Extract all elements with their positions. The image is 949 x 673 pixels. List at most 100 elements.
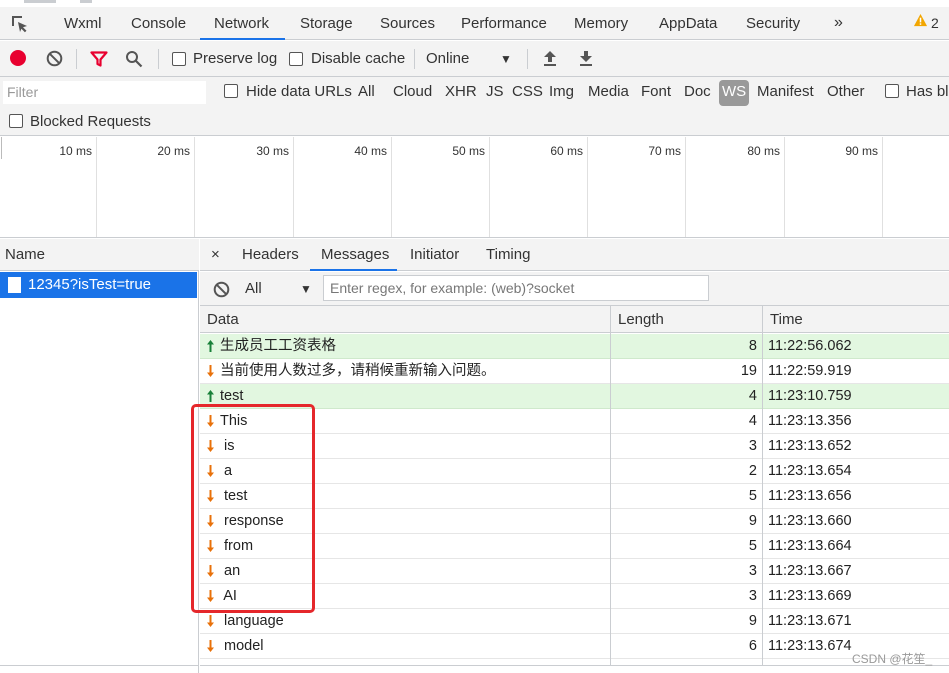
detail-tab-headers[interactable]: Headers — [242, 239, 299, 271]
disable-cache-checkbox[interactable] — [289, 52, 303, 66]
message-row[interactable]: model 6 11:23:13.674 — [200, 634, 949, 659]
chevron-down-icon[interactable]: ▼ — [500, 52, 512, 66]
inspect-element-icon[interactable] — [10, 14, 30, 34]
type-filter-media[interactable]: Media — [585, 80, 632, 106]
warning-icon[interactable] — [913, 13, 928, 28]
type-filter-font[interactable]: Font — [638, 80, 674, 106]
message-length: 6 — [748, 638, 757, 654]
sent-arrow-icon — [207, 340, 214, 352]
detail-tab-bar: × Headers Messages Initiator Timing — [200, 239, 949, 271]
tab-network[interactable]: Network — [214, 10, 269, 40]
timeline-overview[interactable]: 10 ms 20 ms 30 ms 40 ms 50 ms 60 ms 70 ms 80 ms… — [0, 137, 949, 238]
filter-input[interactable]: Filter — [3, 81, 206, 104]
clear-messages-icon[interactable] — [213, 281, 230, 298]
message-data: model — [220, 638, 264, 654]
message-time: 11:23:10.759 — [768, 388, 852, 404]
toolbar-divider — [158, 49, 159, 69]
overview-gridline — [194, 137, 195, 237]
message-length: 4 — [748, 413, 757, 429]
message-time: 11:23:13.669 — [768, 588, 852, 604]
message-length: 5 — [748, 538, 757, 554]
overview-tick-label: 20 ms — [157, 144, 190, 158]
message-length: 9 — [748, 513, 757, 529]
record-icon[interactable] — [10, 50, 26, 66]
hide-data-urls-checkbox[interactable] — [224, 84, 238, 98]
request-row[interactable]: 12345?isTest=true — [0, 272, 197, 298]
regex-filter-input[interactable]: Enter regex, for example: (web)?socket — [323, 275, 709, 301]
message-time: 11:23:13.652 — [768, 438, 852, 454]
message-length: 8 — [748, 338, 757, 354]
throttling-select[interactable]: Online — [426, 50, 469, 67]
request-name: 12345?isTest=true — [28, 276, 152, 293]
message-time: 11:23:13.356 — [768, 413, 852, 429]
message-length: 3 — [748, 588, 757, 604]
tab-sources[interactable]: Sources — [380, 10, 435, 40]
length-column-header[interactable]: Length — [611, 306, 763, 333]
has-blocked-cookies-label: Has blo — [906, 83, 949, 100]
message-time: 11:23:13.660 — [768, 513, 852, 529]
tab-performance[interactable]: Performance — [461, 10, 547, 40]
request-list: Name 12345?isTest=true — [0, 239, 199, 673]
message-time: 11:22:59.919 — [768, 363, 852, 379]
window-top-strip — [0, 0, 949, 7]
type-filter-other[interactable]: Other — [824, 80, 868, 106]
has-blocked-cookies-checkbox[interactable] — [885, 84, 899, 98]
overview-gridline — [391, 137, 392, 237]
tab-wxml[interactable]: Wxml — [64, 10, 102, 40]
tab-console[interactable]: Console — [131, 10, 186, 40]
type-filter-doc[interactable]: Doc — [681, 80, 714, 106]
time-column-header[interactable]: Time — [763, 306, 949, 333]
overview-origin-line — [1, 137, 2, 159]
data-column-header[interactable]: Data — [200, 306, 611, 333]
tab-security[interactable]: Security — [746, 10, 800, 40]
message-time: 11:23:13.654 — [768, 463, 852, 479]
message-row[interactable]: language 9 11:23:13.671 — [200, 609, 949, 634]
message-length: 5 — [748, 488, 757, 504]
type-filter-manifest[interactable]: Manifest — [754, 80, 817, 106]
message-row[interactable]: 生成员工工资表格 8 11:22:56.062 — [200, 334, 949, 359]
search-icon[interactable] — [125, 50, 143, 68]
detail-tab-timing[interactable]: Timing — [486, 239, 530, 271]
detail-tab-initiator[interactable]: Initiator — [410, 239, 459, 271]
type-filter-js[interactable]: JS — [483, 80, 507, 106]
warning-count[interactable]: 2 — [931, 15, 939, 31]
filter-icon[interactable] — [90, 51, 108, 68]
overview-gridline — [96, 137, 97, 237]
hide-data-urls-label: Hide data URLs — [246, 83, 352, 100]
sent-arrow-icon — [207, 390, 214, 402]
tab-storage[interactable]: Storage — [300, 10, 353, 40]
column-divider — [762, 306, 763, 665]
preserve-log-checkbox[interactable] — [172, 52, 186, 66]
type-filter-ws[interactable]: WS — [719, 80, 750, 106]
overview-tick-label: 40 ms — [354, 144, 387, 158]
detail-tab-messages[interactable]: Messages — [321, 239, 389, 271]
message-row[interactable]: 当前使用人数过多，请稍候重新输入问题。 19 11:22:59.919 — [200, 359, 949, 384]
export-har-icon[interactable] — [577, 49, 595, 67]
import-har-icon[interactable] — [541, 49, 559, 67]
more-tabs-icon[interactable]: » — [834, 14, 843, 32]
name-column-header[interactable]: Name — [0, 239, 199, 271]
message-time: 11:23:13.667 — [768, 563, 852, 579]
type-filter-css[interactable]: CSS — [509, 80, 546, 106]
clear-icon[interactable] — [46, 50, 63, 67]
overview-tick-label: 80 ms — [747, 144, 780, 158]
received-arrow-icon — [207, 365, 214, 377]
overview-tick-label: 10 ms — [59, 144, 92, 158]
type-filter-xhr[interactable]: XHR — [442, 80, 480, 106]
type-filter-cloud[interactable]: Cloud — [390, 80, 435, 106]
tab-memory[interactable]: Memory — [574, 10, 628, 40]
message-time: 11:23:13.664 — [768, 538, 852, 554]
filter-bar: Filter Hide data URLs All Cloud XHR JS CSS Im… — [0, 77, 949, 136]
tab-appdata[interactable]: AppData — [659, 10, 717, 40]
close-detail-button[interactable]: × — [211, 239, 220, 271]
messages-filter-bar: All ▼ Enter regex, for example: (web)?so… — [200, 272, 949, 306]
type-filter-img[interactable]: Img — [546, 80, 577, 106]
chevron-down-icon[interactable]: ▼ — [300, 282, 312, 296]
overview-gridline — [489, 137, 490, 237]
type-filter-all[interactable]: All — [355, 80, 378, 106]
message-type-select[interactable]: All — [245, 272, 262, 306]
message-data: 生成员工工资表格 — [220, 338, 336, 354]
message-time: 11:23:13.674 — [768, 638, 852, 654]
devtools-tab-bar: Wxml Console Network Storage Sources Performa… — [0, 0, 949, 40]
blocked-requests-checkbox[interactable] — [9, 114, 23, 128]
